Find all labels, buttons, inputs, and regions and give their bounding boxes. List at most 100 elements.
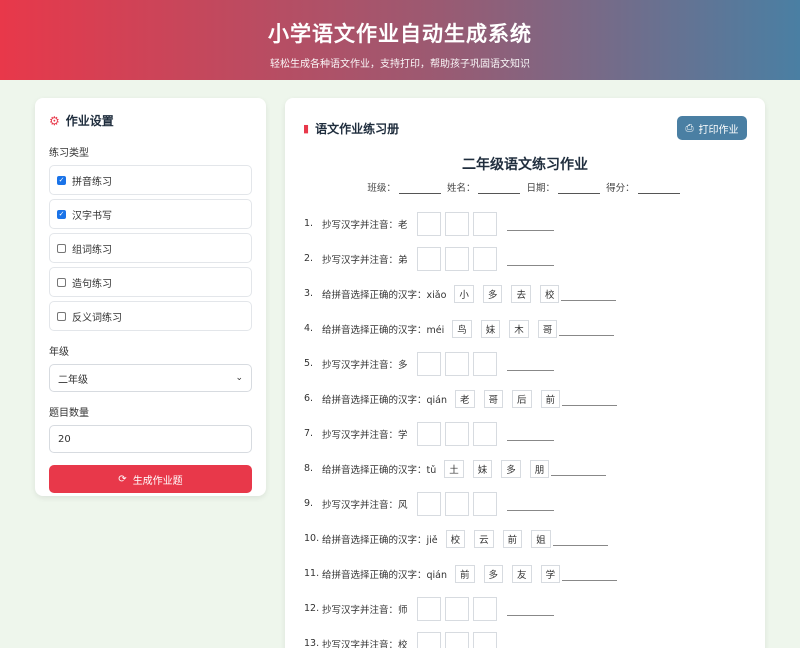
writing-box	[417, 631, 441, 648]
question-text: 抄写汉字并注音：多	[322, 359, 408, 371]
question-text: 给拼音选择正确的汉字：qián	[322, 394, 448, 406]
refresh-icon: ⟳	[118, 473, 127, 485]
meta-class-label: 班级：	[367, 183, 396, 194]
meta-date-blank	[558, 184, 601, 194]
book-icon: ▮	[303, 121, 310, 135]
checkbox[interactable]: ✓	[57, 209, 66, 219]
exercise-type-option[interactable]: ✓ 汉字书写	[49, 199, 252, 229]
option-char: 妹	[480, 319, 501, 338]
print-button[interactable]: ⎙ 打印作业	[677, 116, 747, 140]
answer-line	[559, 322, 615, 336]
writing-box	[445, 211, 469, 236]
checkbox[interactable]	[57, 277, 66, 287]
question-number: 7.	[304, 428, 314, 439]
option-group: 鸟妹木哥	[452, 319, 615, 338]
answer-line	[507, 217, 554, 231]
settings-title: ⚙ 作业设置	[49, 112, 252, 129]
question-item: 13. 抄写汉字并注音：校	[304, 626, 747, 648]
writing-box	[473, 211, 497, 236]
checkbox[interactable]	[57, 243, 66, 253]
print-button-label: 打印作业	[698, 124, 739, 136]
exercise-type-label: 汉字书写	[72, 210, 112, 222]
option-char: 多	[482, 284, 503, 303]
option-group: 老哥后前	[455, 389, 618, 408]
worksheet-header: ▮ 语文作业练习册 ⎙ 打印作业	[303, 116, 747, 140]
writing-box	[417, 596, 441, 621]
writing-box	[417, 246, 441, 271]
writing-box	[417, 211, 441, 236]
question-item: 8. 给拼音选择正确的汉字：tǔ 土妹多朋	[304, 451, 747, 486]
grade-select[interactable]: 二年级 ⌄	[49, 364, 252, 392]
exercise-type-option[interactable]: 组词练习	[49, 233, 252, 263]
page-subtitle: 轻松生成各种语文作业，支持打印，帮助孩子巩固语文知识	[270, 59, 530, 70]
answer-line	[562, 567, 618, 581]
writing-box	[445, 596, 469, 621]
answer-line	[507, 427, 554, 441]
question-item: 1. 抄写汉字并注音：老	[304, 206, 747, 241]
exercise-type-option[interactable]: 反义词练习	[49, 301, 252, 331]
generate-button[interactable]: ⟳ 生成作业题	[49, 465, 252, 493]
exercise-type-label: 造句练习	[72, 278, 112, 290]
meta-name-label: 姓名：	[446, 183, 476, 194]
question-item: 2. 抄写汉字并注音：弟	[304, 241, 747, 276]
settings-title-text: 作业设置	[65, 114, 114, 128]
option-char: 哥	[483, 389, 504, 408]
question-number: 10.	[304, 533, 320, 544]
question-number: 5.	[304, 358, 314, 369]
option-char: 云	[474, 529, 494, 548]
question-count-input[interactable]: 20	[49, 425, 252, 453]
question-number: 6.	[304, 393, 314, 404]
meta-name-blank	[478, 184, 521, 194]
grade-select-value: 二年级	[58, 374, 88, 386]
option-char: 朋	[529, 459, 550, 478]
question-number: 8.	[304, 463, 314, 474]
option-char: 哥	[537, 319, 558, 338]
option-char: 学	[540, 564, 561, 583]
meta-date-label: 日期：	[526, 183, 556, 194]
meta-class-blank	[398, 184, 441, 194]
checkbox[interactable]	[57, 311, 66, 321]
option-char: 妹	[472, 459, 493, 478]
worksheet-panel: ▮ 语文作业练习册 ⎙ 打印作业 二年级语文练习作业 班级： 姓名： 日期： 得…	[285, 98, 765, 648]
question-number: 12.	[304, 603, 320, 614]
count-label: 题目数量	[49, 408, 89, 419]
answer-line	[507, 497, 554, 511]
writing-box	[473, 491, 497, 516]
question-item: 4. 给拼音选择正确的汉字：méi 鸟妹木哥	[304, 311, 747, 346]
option-char: 多	[483, 564, 504, 583]
option-char: 土	[444, 459, 464, 478]
question-text: 给拼音选择正确的汉字：tǔ	[322, 464, 437, 476]
answer-line	[551, 462, 607, 476]
sheet-title: 二年级语文练习作业	[462, 157, 588, 173]
checkbox[interactable]: ✓	[57, 175, 66, 185]
question-item: 7. 抄写汉字并注音：学	[304, 416, 747, 451]
question-item: 3. 给拼音选择正确的汉字：xiǎo 小多去校	[304, 276, 747, 311]
option-group: 校云前姐	[445, 529, 608, 548]
answer-line	[507, 602, 554, 616]
writing-box	[445, 246, 469, 271]
grade-label: 年级	[49, 347, 69, 358]
writing-box	[445, 421, 469, 446]
gears-icon: ⚙	[49, 113, 60, 128]
option-group: 前多友学	[455, 564, 618, 583]
question-text: 抄写汉字并注音：老	[322, 219, 408, 231]
exercise-type-option[interactable]: ✓ 拼音练习	[49, 165, 252, 195]
writing-box	[445, 631, 469, 648]
writing-box	[473, 421, 497, 446]
option-char: 前	[502, 529, 523, 548]
question-item: 12. 抄写汉字并注音：师	[304, 591, 747, 626]
option-char: 老	[455, 389, 475, 408]
option-group: 土妹多朋	[444, 459, 607, 478]
question-text: 给拼音选择正确的汉字：qián	[322, 569, 448, 581]
writing-box	[473, 631, 497, 648]
meta-score-label: 得分：	[606, 183, 635, 194]
question-text: 抄写汉字并注音：弟	[322, 254, 408, 266]
option-char: 后	[512, 389, 532, 408]
question-text: 抄写汉字并注音：风	[322, 499, 408, 511]
sheet-meta: 班级： 姓名： 日期： 得分：	[303, 180, 747, 194]
exercise-type-option[interactable]: 造句练习	[49, 267, 252, 297]
option-char: 多	[501, 459, 521, 478]
meta-score-blank	[637, 184, 680, 194]
writing-box	[473, 596, 497, 621]
writing-box	[445, 491, 469, 516]
